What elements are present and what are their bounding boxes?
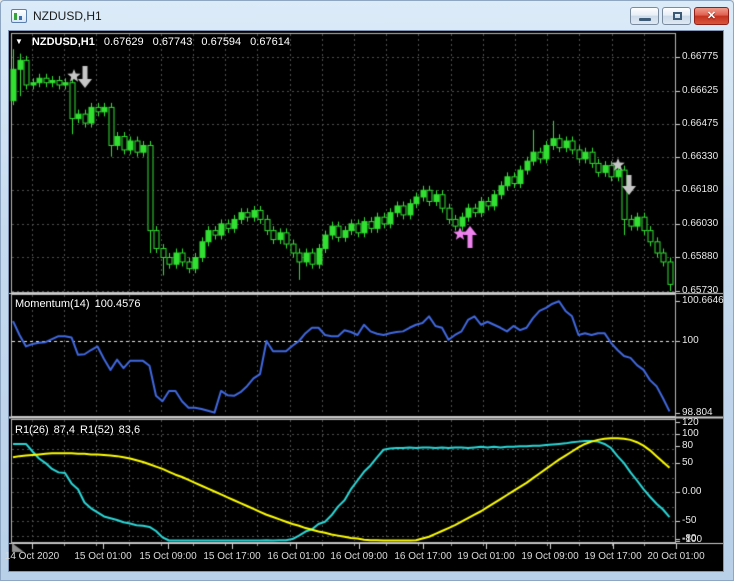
chart-icon [11,9,27,23]
oscillator-axis-label: 80 [682,441,693,451]
time-axis-label: 20 Oct 01:00 [647,552,704,562]
ohlc-low: 0.67594 [201,36,241,48]
chart-window: NZDUSD,H1 ✕ ▼ NZDUSD,H1 0.67629 0.67743 … [0,0,734,581]
price-axis-label: 0.66475 [682,119,718,129]
price-axis-label: 0.65880 [682,252,718,262]
time-axis-label: 15 Oct 01:00 [74,552,131,562]
ohlc-high: 0.67743 [153,36,193,48]
price-axis-label: 0.66775 [682,52,718,62]
momentum-axis-label: 100.6646 [682,296,724,306]
oscillator1-value: 87,4 [54,424,75,436]
oscillator-axis-label: 50 [682,458,693,468]
momentum-name: Momentum(14) [15,298,90,310]
time-axis-label: 16 Oct 01:00 [267,552,324,562]
momentum-value: 100.4576 [95,298,141,310]
time-axis-label: 15 Oct 17:00 [203,552,260,562]
symbol-dropdown-icon[interactable]: ▼ [15,38,23,46]
chart-symbol-label: NZDUSD,H1 [32,36,95,48]
oscillator-axis-label: -50 [682,516,696,526]
close-button[interactable]: ✕ [694,7,729,25]
oscillator1-name: R1(26) [15,424,49,436]
chart-header: ▼ NZDUSD,H1 0.67629 0.67743 0.67594 0.67… [15,36,290,48]
restore-icon [673,12,682,20]
price-axis-label: 0.66330 [682,152,718,162]
time-axis-label: 14 Oct 2020 [5,552,59,562]
minimize-icon [639,18,651,21]
window-controls: ✕ [630,7,729,25]
restore-button[interactable] [662,7,691,25]
time-axis-label: 16 Oct 17:00 [394,552,451,562]
ohlc-close: 0.67614 [250,36,290,48]
minimize-button[interactable] [630,7,659,25]
price-axis-label: 0.66030 [682,219,718,229]
oscillator-axis-label: 100 [682,429,699,439]
momentum-axis-label: 100 [682,336,699,346]
close-icon: ✕ [695,9,728,22]
price-axis-label: 0.66625 [682,86,718,96]
window-title: NZDUSD,H1 [33,9,102,23]
time-axis-label: 19 Oct 01:00 [457,552,514,562]
oscillator-axis-label: -100 [682,535,702,545]
chart-client-area: ▼ NZDUSD,H1 0.67629 0.67743 0.67594 0.67… [9,31,723,571]
oscillator-indicator-label: R1(26) 87,4 R1(52) 83,6 [15,424,140,436]
title-bar[interactable]: NZDUSD,H1 ✕ [1,1,734,31]
time-axis-label: 16 Oct 09:00 [330,552,387,562]
time-axis-label: 15 Oct 09:00 [139,552,196,562]
oscillator-axis-label: 0.00 [682,487,701,497]
momentum-indicator-label: Momentum(14) 100.4576 [15,298,140,310]
ohlc-open: 0.67629 [104,36,144,48]
oscillator2-value: 83,6 [119,424,140,436]
time-axis-label: 19 Oct 09:00 [521,552,578,562]
oscillator2-name: R1(52) [80,424,114,436]
time-axis-label: 19 Oct 17:00 [584,552,641,562]
oscillator-axis-label: 120 [682,418,699,428]
price-axis-label: 0.66180 [682,185,718,195]
